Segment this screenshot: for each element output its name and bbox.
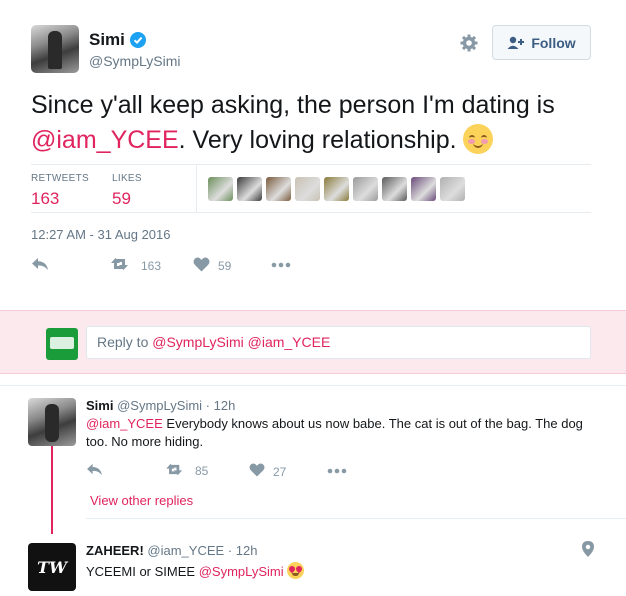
location-pin-icon[interactable] bbox=[582, 541, 594, 557]
likes-label: LIKES bbox=[112, 173, 142, 184]
reply-body: YCEEMI or SIMEE bbox=[86, 564, 199, 579]
reply-action[interactable] bbox=[31, 257, 49, 274]
follow-button[interactable]: Follow bbox=[492, 25, 591, 60]
reply-action[interactable] bbox=[86, 463, 103, 479]
reply-mentions: @SympLySimi @iam_YCEE bbox=[152, 334, 331, 350]
view-other-replies-link[interactable]: View other replies bbox=[90, 493, 193, 508]
more-dots-icon bbox=[271, 257, 291, 271]
reply-text: @iam_YCEE Everybody knows about us now b… bbox=[86, 415, 586, 451]
reply-input[interactable]: Reply to @SympLySimi @iam_YCEE bbox=[86, 326, 591, 359]
liker-avatar[interactable] bbox=[382, 177, 407, 201]
reply-author-name[interactable]: ZAHEER! bbox=[86, 543, 144, 558]
like-count: 27 bbox=[273, 464, 287, 479]
liker-avatar[interactable] bbox=[411, 177, 436, 201]
tweet-text-part1: Since y'all keep asking, the person I'm … bbox=[31, 91, 555, 119]
heart-icon bbox=[249, 463, 265, 480]
follow-label: Follow bbox=[531, 34, 576, 51]
retweet-icon bbox=[166, 463, 187, 479]
like-action[interactable]: 27 bbox=[249, 463, 286, 480]
liker-avatar[interactable] bbox=[295, 177, 320, 201]
reply-icon bbox=[31, 257, 49, 274]
more-action[interactable] bbox=[271, 257, 291, 271]
reply-avatar[interactable] bbox=[28, 398, 76, 446]
heart-icon bbox=[193, 257, 210, 275]
reply-header: ZAHEER! @iam_YCEE · 12h bbox=[86, 543, 257, 558]
tweet-timestamp[interactable]: 12:27 AM - 31 Aug 2016 bbox=[31, 227, 171, 242]
reply-avatar[interactable]: TW bbox=[28, 543, 76, 591]
more-action[interactable] bbox=[327, 463, 347, 477]
reply-prefix: Reply to bbox=[97, 334, 153, 350]
likes-stat[interactable]: LIKES 59 bbox=[112, 173, 142, 209]
retweet-action[interactable]: 163 bbox=[111, 257, 161, 274]
retweet-count: 85 bbox=[195, 464, 209, 478]
like-action[interactable]: 59 bbox=[193, 257, 231, 275]
reply-time[interactable]: · 12h bbox=[206, 398, 236, 413]
replies-list: Simi @SympLySimi · 12h @iam_YCEE Everybo… bbox=[0, 385, 626, 596]
reply-header: Simi @SympLySimi · 12h bbox=[86, 398, 235, 413]
liker-avatars bbox=[208, 177, 465, 201]
author-handle[interactable]: @SympLySimi bbox=[89, 53, 181, 69]
tweet-mention-link[interactable]: @iam_YCEE bbox=[31, 126, 179, 154]
retweets-stat[interactable]: RETWEETS 163 bbox=[31, 173, 89, 209]
avatar-logo-text: TW bbox=[37, 557, 67, 577]
blush-emoji-icon bbox=[462, 124, 493, 154]
reply-author-handle[interactable]: @iam_YCEE bbox=[147, 543, 224, 558]
tweet-text-part2: . Very loving relationship. bbox=[178, 126, 457, 154]
heart-eyes-emoji-icon bbox=[286, 562, 304, 579]
reply-text: YCEEMI or SIMEE @SympLySimi bbox=[86, 562, 586, 581]
retweet-action[interactable]: 85 bbox=[166, 463, 208, 479]
tweet-stats: RETWEETS 163 LIKES 59 bbox=[31, 164, 591, 213]
liker-avatar[interactable] bbox=[353, 177, 378, 201]
reply-author-handle[interactable]: @SympLySimi bbox=[117, 398, 202, 413]
reply-mention-link[interactable]: @iam_YCEE bbox=[86, 416, 163, 431]
like-count: 59 bbox=[218, 259, 232, 273]
follow-user-icon bbox=[507, 36, 525, 50]
stats-divider bbox=[196, 165, 197, 213]
author-name[interactable]: Simi bbox=[89, 30, 125, 50]
retweet-icon bbox=[111, 257, 133, 274]
retweet-count: 163 bbox=[141, 258, 162, 273]
reply-mention-link[interactable]: @SympLySimi bbox=[199, 564, 284, 579]
liker-avatar[interactable] bbox=[324, 177, 349, 201]
liker-avatar[interactable] bbox=[266, 177, 291, 201]
thread-connector bbox=[51, 446, 53, 534]
main-tweet: Simi @SympLySimi Follow Since y'all keep… bbox=[0, 0, 626, 310]
reply-icon bbox=[86, 463, 103, 479]
reply-author-name[interactable]: Simi bbox=[86, 398, 113, 413]
more-dots-icon bbox=[327, 463, 347, 477]
reply-composer: Reply to @SympLySimi @iam_YCEE bbox=[0, 310, 626, 374]
liker-avatar[interactable] bbox=[237, 177, 262, 201]
current-user-avatar[interactable] bbox=[46, 328, 78, 360]
likes-count: 59 bbox=[112, 189, 131, 208]
reply-time[interactable]: · 12h bbox=[228, 543, 258, 558]
retweets-count: 163 bbox=[31, 189, 60, 208]
author-avatar[interactable] bbox=[31, 25, 79, 73]
tweet-text: Since y'all keep asking, the person I'm … bbox=[31, 88, 601, 158]
verified-badge-icon bbox=[130, 32, 146, 48]
retweets-label: RETWEETS bbox=[31, 173, 89, 184]
liker-avatar[interactable] bbox=[208, 177, 233, 201]
divider bbox=[86, 518, 626, 519]
liker-avatar[interactable] bbox=[440, 177, 465, 201]
gear-icon[interactable] bbox=[459, 33, 479, 53]
